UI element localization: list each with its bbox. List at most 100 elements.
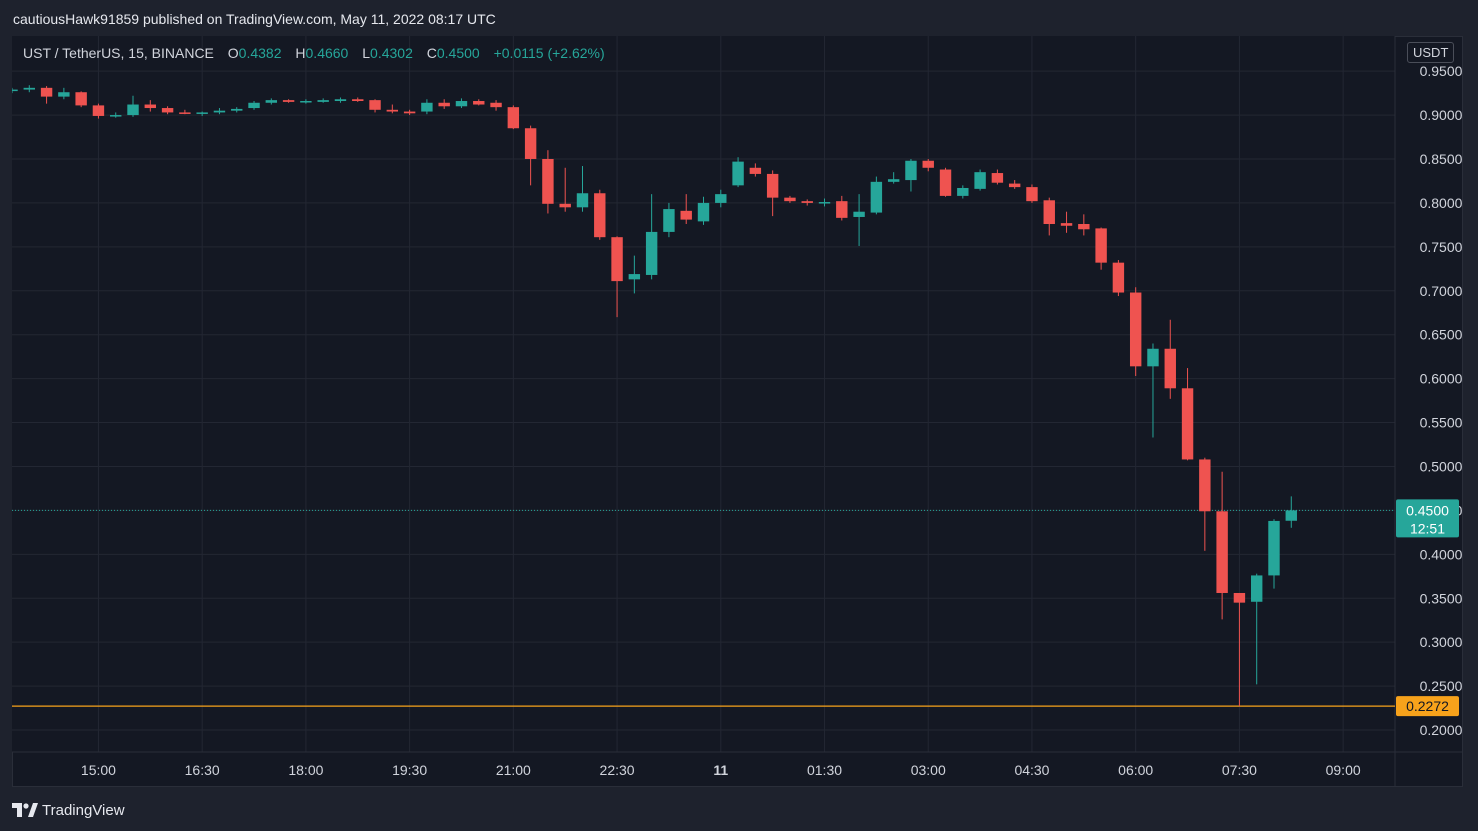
high-value: 0.4660: [305, 45, 349, 61]
candle-body: [1043, 200, 1055, 225]
candle-body: [1026, 187, 1038, 202]
candle-body: [542, 158, 554, 204]
candle-body: [991, 173, 1004, 183]
x-tick-label: 03:00: [911, 762, 946, 778]
candle-body: [887, 179, 900, 182]
x-tick-label: 09:00: [1326, 762, 1361, 778]
currency-selector[interactable]: USDT: [1407, 42, 1455, 63]
candle-body: [507, 107, 520, 129]
close-label: C: [426, 45, 437, 61]
candle-body: [836, 201, 848, 218]
y-tick-label: 0.6500: [1420, 327, 1463, 343]
candle-body: [732, 161, 744, 186]
candle-body: [386, 109, 399, 112]
candle-body: [369, 100, 381, 110]
candle-body: [939, 169, 952, 196]
change-value: +0.0115 (+2.62%): [493, 45, 605, 61]
tradingview-brand[interactable]: TradingView: [42, 802, 125, 819]
y-tick-label: 0.7000: [1420, 283, 1463, 299]
bar-countdown: 12:51: [1410, 520, 1445, 536]
y-tick-label: 0.5500: [1420, 415, 1463, 431]
candle-body: [179, 112, 191, 114]
x-tick-label: 01:30: [807, 762, 842, 778]
candle-body: [680, 210, 692, 220]
candle-body: [559, 203, 571, 208]
candle-body: [922, 160, 934, 168]
candle-body: [110, 115, 122, 117]
candle-body: [231, 108, 243, 111]
candle-body: [576, 193, 589, 208]
candle-body: [265, 100, 278, 103]
high-label: H: [295, 45, 306, 61]
x-tick-label: 06:00: [1118, 762, 1153, 778]
y-tick-label: 0.9000: [1420, 107, 1463, 123]
published-info: cautiousHawk91859 published on TradingVi…: [13, 11, 496, 27]
x-tick-label: 21:00: [496, 762, 531, 778]
candle-body: [784, 197, 796, 202]
symbol-label[interactable]: UST / TetherUS, 15, BINANCE: [23, 45, 214, 61]
low-label: L: [362, 45, 371, 61]
candle-body: [317, 100, 329, 102]
support-price-value: 0.2272: [1406, 698, 1449, 714]
candle-body: [58, 92, 70, 97]
candle-body: [421, 102, 433, 112]
y-tick-label: 0.7500: [1420, 239, 1463, 255]
candle-body: [628, 274, 641, 280]
candle-body: [1008, 183, 1021, 188]
candle-body: [1147, 348, 1159, 367]
candle-body: [144, 104, 157, 109]
candle-body: [300, 101, 312, 103]
candle-body: [1250, 575, 1263, 602]
candle-body: [1164, 348, 1176, 389]
close-value: 0.4500: [436, 45, 480, 61]
candle-body: [974, 172, 986, 189]
y-tick-label: 0.6000: [1420, 371, 1463, 387]
candle-body: [23, 87, 35, 90]
candle-body: [853, 211, 865, 217]
candle-body: [1199, 459, 1211, 512]
candle-body: [1060, 223, 1073, 226]
candle-body: [473, 101, 485, 105]
ohlc-legend: UST / TetherUS, 15, BINANCE O0.4382 H0.4…: [23, 45, 605, 61]
candle-body: [75, 92, 87, 106]
last-price-value: 0.4500: [1406, 502, 1449, 518]
y-tick-label: 0.2000: [1420, 722, 1463, 738]
candle-body: [161, 108, 174, 113]
candle-body: [1095, 228, 1107, 263]
candle-body: [334, 99, 347, 102]
y-tick-label: 0.4000: [1420, 546, 1463, 562]
candle-body: [1233, 592, 1246, 603]
candle-body: [957, 187, 969, 196]
candle-body: [1268, 520, 1280, 576]
candle-body: [1181, 388, 1194, 460]
candle-body: [455, 101, 468, 107]
candle-body: [697, 202, 710, 222]
candle-body: [12, 89, 18, 92]
x-tick-label: 04:30: [1014, 762, 1049, 778]
candle-body: [524, 128, 537, 159]
y-tick-label: 0.5000: [1420, 458, 1463, 474]
candle-body: [870, 181, 883, 213]
candle-body: [490, 102, 502, 108]
y-tick-label: 0.8500: [1420, 151, 1463, 167]
x-tick-label: 16:30: [185, 762, 220, 778]
candle-body: [438, 102, 450, 107]
x-tick-label: 15:00: [81, 762, 116, 778]
y-tick-label: 0.8000: [1420, 195, 1463, 211]
candle-body: [749, 167, 762, 174]
tradingview-logo-icon[interactable]: [12, 803, 38, 817]
candle-body: [1129, 292, 1142, 367]
candle-body: [1216, 511, 1228, 593]
candle-body: [715, 194, 727, 203]
y-tick-label: 0.2500: [1420, 678, 1463, 694]
candle-body: [766, 173, 779, 198]
candle-body: [1078, 224, 1090, 230]
candle-body: [248, 102, 260, 109]
candlestick-chart[interactable]: 0.9500 0.9000 0.8500 0.8000 0.7500 0.7000 0.65…: [12, 36, 1463, 787]
candle-body: [282, 100, 295, 102]
candle-body: [213, 110, 226, 113]
candle-body: [92, 105, 105, 116]
y-tick-label: 0.3500: [1420, 590, 1463, 606]
low-value: 0.4302: [370, 45, 413, 61]
candle-body: [645, 231, 658, 275]
